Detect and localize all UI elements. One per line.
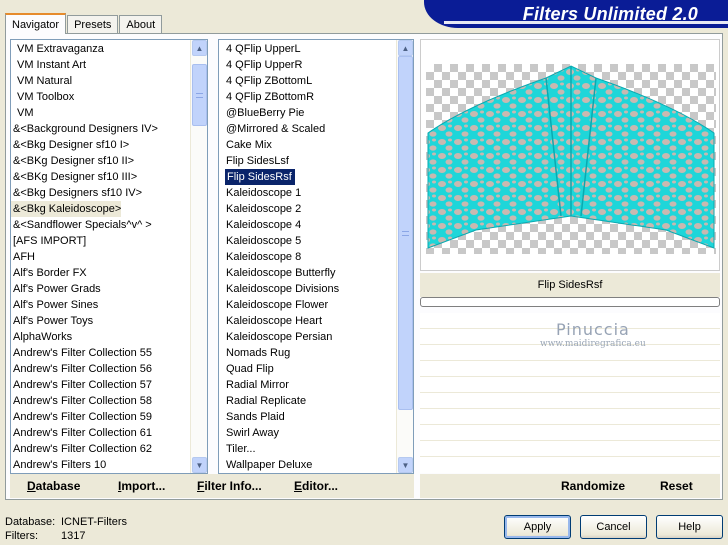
tab-presets[interactable]: Presets [67, 15, 119, 33]
category-item[interactable]: &<Bkg Kaleidoscope> [11, 201, 122, 217]
category-item[interactable]: Alf's Power Sines [11, 297, 190, 313]
reset-button[interactable]: Reset [660, 479, 693, 493]
category-item[interactable]: VM Toolbox [11, 89, 190, 105]
filter-item[interactable]: Kaleidoscope 4 [219, 217, 396, 233]
filter-item[interactable]: Radial Replicate [219, 393, 396, 409]
filter-item[interactable]: @Mirrored & Scaled [219, 121, 396, 137]
category-items: VM Extravaganza VM Instant Art VM Natural V… [11, 41, 190, 473]
app-title: Filters Unlimited 2.0 [522, 4, 698, 24]
scroll-thumb[interactable] [398, 56, 413, 410]
filter-item[interactable]: Flip SidesLsf [219, 153, 396, 169]
category-list[interactable]: VM Extravaganza VM Instant Art VM Natural V… [10, 39, 208, 474]
filter-name-label: Flip SidesRsf [420, 273, 720, 297]
database-label: Database: [5, 516, 56, 528]
filter-item[interactable]: @BlueBerry Pie [219, 105, 396, 121]
tab-about[interactable]: About [119, 15, 163, 33]
category-item[interactable]: &<BKg Designer sf10 II> [11, 153, 190, 169]
category-item[interactable]: AlphaWorks [11, 329, 190, 345]
filter-item[interactable]: 4 QFlip ZBottomL [219, 73, 396, 89]
filter-scrollbar[interactable]: ▲ ▼ [396, 40, 413, 473]
tab-navigator[interactable]: Navigator [5, 13, 67, 34]
category-item[interactable]: Andrew's Filter Collection 57 [11, 377, 190, 393]
filter-item[interactable]: 4 QFlip ZBottomR [219, 89, 396, 105]
category-item[interactable]: VM Instant Art [11, 57, 190, 73]
cancel-button[interactable]: Cancel [580, 515, 647, 539]
preview-pane [420, 39, 720, 271]
category-item[interactable]: Andrew's Filter Collection 55 [11, 345, 190, 361]
category-item[interactable]: AFH [11, 249, 190, 265]
scroll-up-button[interactable]: ▲ [192, 40, 207, 56]
category-item[interactable]: &<BKg Designer sf10 III> [11, 169, 190, 185]
category-item[interactable]: Andrew's Filter Collection 59 [11, 409, 190, 425]
scroll-down-button[interactable]: ▼ [192, 457, 207, 473]
help-button[interactable]: Help [656, 515, 723, 539]
scroll-thumb[interactable] [192, 64, 207, 126]
navigator-panel: VM Extravaganza VM Instant Art VM Natural V… [5, 33, 723, 500]
category-item[interactable]: &<Bkg Designer sf10 I> [11, 137, 190, 153]
filter-item[interactable]: Cake Mix [219, 137, 396, 153]
category-item[interactable]: [AFS IMPORT] [11, 233, 190, 249]
filter-item[interactable]: Kaleidoscope 1 [219, 185, 396, 201]
category-item[interactable]: Andrew's Filters 10 [11, 457, 190, 473]
left-toolbar: Database Import... Filter Info... Editor… [10, 474, 414, 498]
filter-item[interactable]: Sands Plaid [219, 409, 396, 425]
category-item[interactable]: Andrew's Filter Collection 58 [11, 393, 190, 409]
filter-items: 4 QFlip UpperL 4 QFlip UpperR 4 QFlip ZBot… [219, 41, 396, 473]
database-value: ICNET-Filters [61, 516, 127, 528]
filters-count: 1317 [61, 530, 86, 542]
filter-item[interactable]: Kaleidoscope 2 [219, 201, 396, 217]
category-item[interactable]: Andrew's Filter Collection 62 [11, 441, 190, 457]
filter-item[interactable]: Wallpaper Deluxe [219, 457, 396, 473]
category-item[interactable]: VM [11, 105, 190, 121]
filter-item[interactable]: Flip SidesRsf [225, 169, 295, 185]
database-button[interactable]: Database [27, 479, 80, 493]
import-button[interactable]: Import... [118, 479, 165, 493]
watermark-name: Pinuccia [555, 320, 630, 339]
watermark: Pinuccia www.maidiregrafica.eu [540, 320, 646, 349]
filter-item[interactable]: Kaleidoscope Persian [219, 329, 396, 345]
preview-image [427, 65, 715, 249]
category-item[interactable]: &<Background Designers IV> [11, 121, 190, 137]
apply-button[interactable]: Apply [504, 515, 571, 539]
filter-item[interactable]: Kaleidoscope 5 [219, 233, 396, 249]
filter-item[interactable]: 4 QFlip UpperL [219, 41, 396, 57]
category-item[interactable]: &<Bkg Designers sf10 IV> [11, 185, 190, 201]
editor-button[interactable]: Editor... [294, 479, 338, 493]
filter-item[interactable]: Quad Flip [219, 361, 396, 377]
category-scrollbar[interactable]: ▲ ▼ [190, 40, 207, 473]
randomize-button[interactable]: Randomize [561, 479, 625, 493]
category-item[interactable]: VM Natural [11, 73, 190, 89]
filters-label: Filters: [5, 530, 38, 542]
filter-item[interactable]: Kaleidoscope Divisions [219, 281, 396, 297]
filter-item[interactable]: Kaleidoscope Butterfly [219, 265, 396, 281]
scroll-up-button[interactable]: ▲ [398, 40, 413, 56]
progress-bar [420, 297, 720, 307]
category-item[interactable]: Andrew's Filter Collection 56 [11, 361, 190, 377]
filter-item[interactable]: Kaleidoscope Flower [219, 297, 396, 313]
title-banner: Filters Unlimited 2.0 [424, 0, 728, 28]
filter-item[interactable]: Swirl Away [219, 425, 396, 441]
right-toolbar: Randomize Reset [420, 474, 720, 498]
status-area: Database: ICNET-Filters Filters: 1317 [5, 515, 127, 543]
category-item[interactable]: Alf's Power Grads [11, 281, 190, 297]
filter-item[interactable]: Tiler... [219, 441, 396, 457]
category-item[interactable]: Alf's Border FX [11, 265, 190, 281]
filter-item[interactable]: 4 QFlip UpperR [219, 57, 396, 73]
filter-item[interactable]: Nomads Rug [219, 345, 396, 361]
category-item[interactable]: Andrew's Filter Collection 61 [11, 425, 190, 441]
filter-item[interactable]: Kaleidoscope Heart [219, 313, 396, 329]
watermark-url: www.maidiregrafica.eu [540, 339, 646, 349]
filter-item[interactable]: Radial Mirror [219, 377, 396, 393]
scroll-down-button[interactable]: ▼ [398, 457, 413, 473]
tab-strip: Navigator Presets About [5, 13, 163, 34]
filter-list[interactable]: 4 QFlip UpperL 4 QFlip UpperR 4 QFlip ZBot… [218, 39, 414, 474]
category-item[interactable]: Alf's Power Toys [11, 313, 190, 329]
category-item[interactable]: VM Extravaganza [11, 41, 190, 57]
filter-item[interactable]: Kaleidoscope 8 [219, 249, 396, 265]
filter-info-button[interactable]: Filter Info... [197, 479, 262, 493]
category-item[interactable]: &<Sandflower Specials^v^ > [11, 217, 190, 233]
